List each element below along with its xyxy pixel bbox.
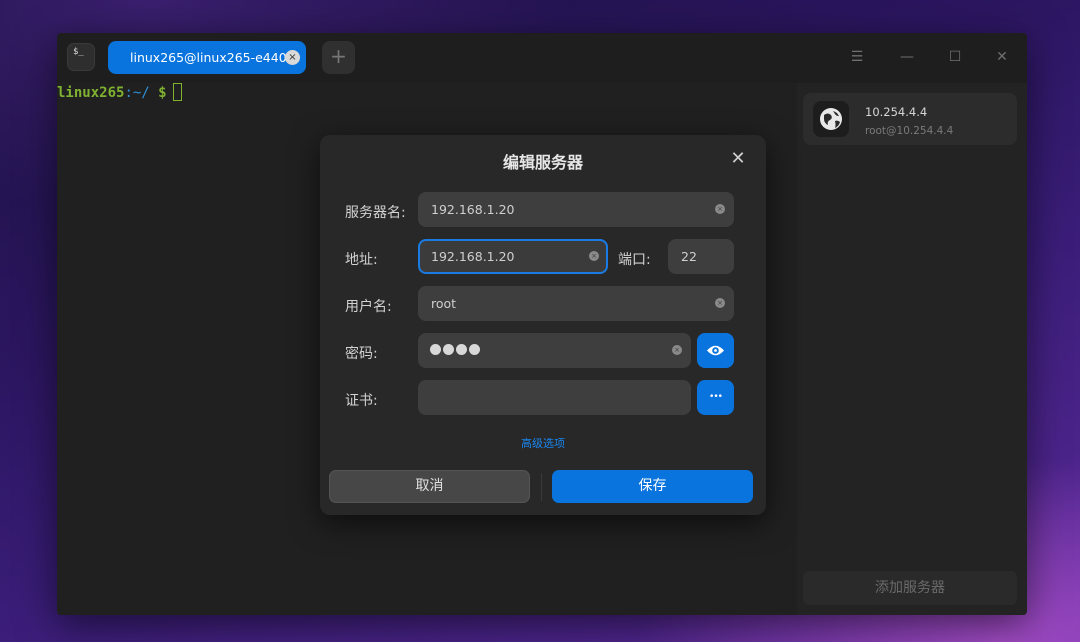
add-server-button[interactable]: 添加服务器 <box>803 571 1017 605</box>
address-input[interactable]: 192.168.1.20 × <box>418 239 608 274</box>
title-bar: $_ linux265@linux265-e440:~ × + ☰ — ☐ ✕ <box>57 33 1027 83</box>
password-mask <box>430 344 480 355</box>
save-button[interactable]: 保存 <box>552 470 753 503</box>
server-ip: 10.254.4.4 <box>865 105 928 119</box>
prompt-dollar: $ <box>158 85 167 101</box>
password-input[interactable]: × <box>418 333 691 368</box>
cancel-button[interactable]: 取消 <box>329 470 530 503</box>
port-input[interactable]: 22 <box>668 239 734 274</box>
username-label: 用户名: <box>345 299 392 315</box>
certificate-label: 证书: <box>345 393 378 409</box>
certificate-input[interactable] <box>418 380 691 415</box>
address-label: 地址: <box>345 252 378 268</box>
window-close-icon[interactable]: ✕ <box>992 47 1012 67</box>
advanced-options-link[interactable]: 高级选项 <box>320 435 766 451</box>
eye-icon <box>707 345 724 356</box>
show-password-button[interactable] <box>697 333 734 368</box>
maximize-icon[interactable]: ☐ <box>945 47 965 67</box>
server-user-host: root@10.254.4.4 <box>865 125 954 137</box>
new-tab-button[interactable]: + <box>322 41 355 74</box>
tab-label: linux265@linux265-e440:~ <box>130 50 302 65</box>
terminal-app-icon[interactable]: $_ <box>67 43 95 71</box>
server-name-input[interactable]: 192.168.1.20 × <box>418 192 734 227</box>
port-value: 22 <box>681 249 697 264</box>
tab-close-icon[interactable]: × <box>285 50 300 65</box>
text-cursor <box>172 83 182 101</box>
close-icon[interactable]: ✕ <box>728 149 748 169</box>
browse-certificate-button[interactable]: ••• <box>697 380 734 415</box>
dialog-title: 编辑服务器 <box>502 153 583 172</box>
clear-icon[interactable]: × <box>715 204 725 214</box>
clear-icon[interactable]: × <box>672 345 682 355</box>
tab-terminal[interactable]: linux265@linux265-e440:~ × <box>108 41 306 74</box>
clear-icon[interactable]: × <box>589 251 599 261</box>
prompt-path: :~/ <box>124 85 150 101</box>
button-divider <box>541 473 542 501</box>
password-label: 密码: <box>345 346 378 362</box>
menu-icon[interactable]: ☰ <box>847 47 867 67</box>
port-label: 端口: <box>618 252 651 268</box>
prompt-user: linux265 <box>57 85 125 101</box>
shell-prompt: linux265:~/ $ <box>57 83 182 103</box>
username-value: root <box>431 296 457 311</box>
server-panel: 10.254.4.4 root@10.254.4.4 添加服务器 <box>797 83 1027 615</box>
clear-icon[interactable]: × <box>715 298 725 308</box>
edit-server-dialog: 编辑服务器 ✕ 服务器名: 192.168.1.20 × 地址: 192.168… <box>320 135 766 515</box>
server-list-item[interactable]: 10.254.4.4 root@10.254.4.4 <box>803 93 1017 145</box>
server-name-value: 192.168.1.20 <box>431 202 515 217</box>
address-value: 192.168.1.20 <box>431 249 515 264</box>
globe-icon <box>813 101 849 137</box>
minimize-icon[interactable]: — <box>897 47 917 67</box>
more-icon: ••• <box>709 392 723 402</box>
server-name-label: 服务器名: <box>345 205 406 221</box>
username-input[interactable]: root × <box>418 286 734 321</box>
